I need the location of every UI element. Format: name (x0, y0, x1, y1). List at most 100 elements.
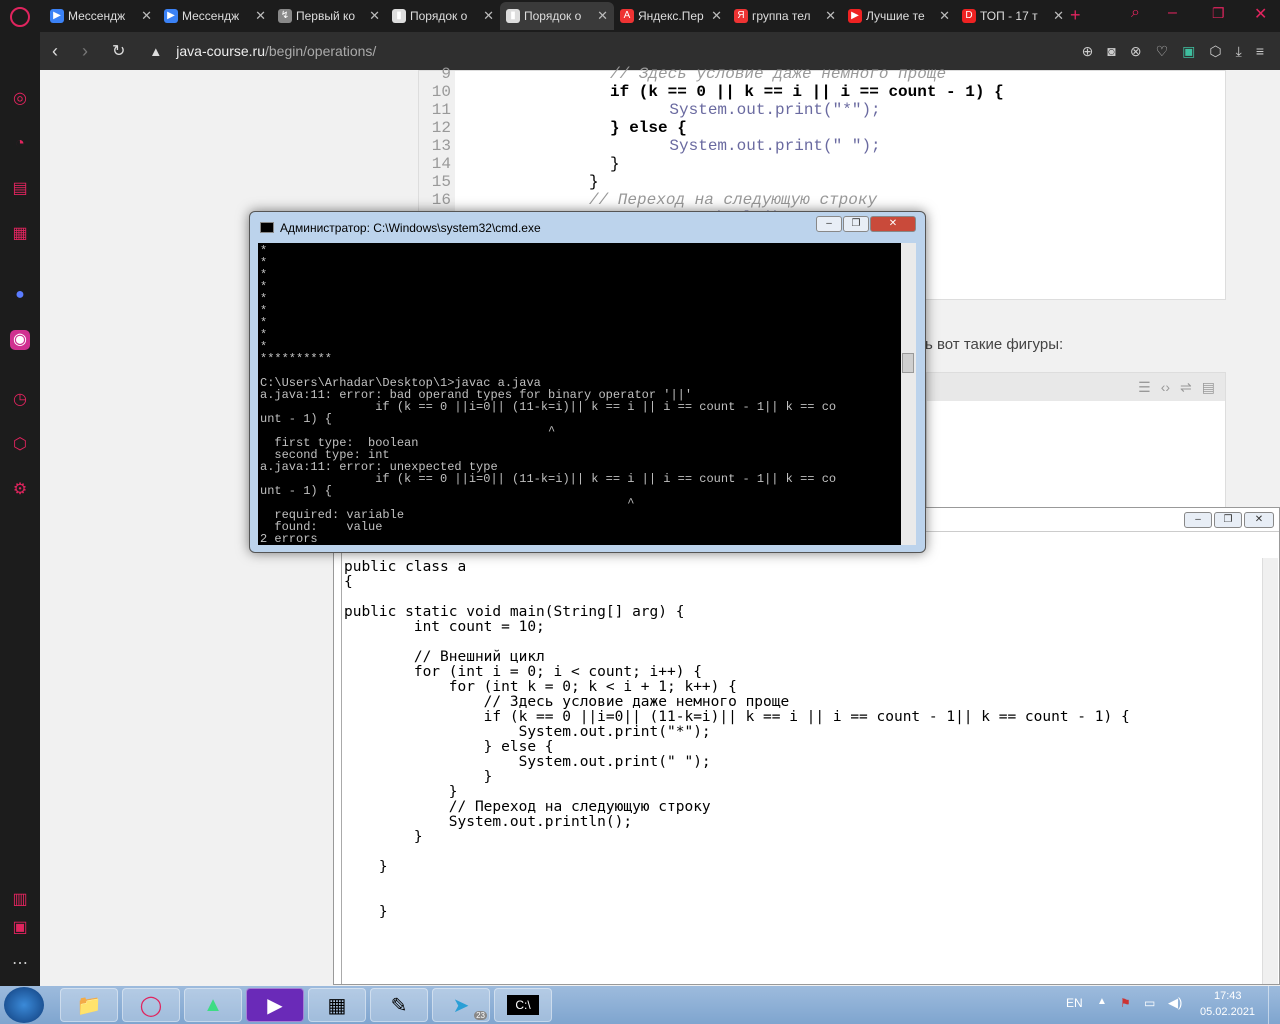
telegram-badge: 23 (474, 1011, 487, 1020)
speed-icon[interactable]: ◔ (10, 134, 30, 154)
browser-tab[interactable]: A Яндекс.Пер ✕ (614, 2, 728, 30)
tab-favicon-icon: ▶ (848, 9, 862, 23)
language-indicator[interactable]: EN (1066, 996, 1083, 1010)
tab-label: группа тел (752, 9, 811, 23)
show-desktop-button[interactable] (1268, 986, 1280, 1024)
minimize-icon[interactable]: – (1168, 4, 1177, 22)
cmd-titlebar: Администратор: C:\Windows\system32\cmd.e… (250, 212, 925, 242)
view-plain-icon[interactable]: ☰ (1138, 379, 1151, 395)
tab-close-icon[interactable]: ✕ (825, 8, 836, 24)
tab-favicon-icon: Я (734, 9, 748, 23)
editor-maximize-button[interactable]: ❐ (1214, 512, 1242, 528)
history-icon[interactable]: ◷ (10, 390, 30, 410)
forward-icon[interactable]: › (82, 41, 88, 62)
cmd-app-icon (260, 222, 274, 233)
chip-icon[interactable]: ▣ (10, 918, 30, 938)
tab-close-icon[interactable]: ✕ (939, 8, 950, 24)
tab-close-icon[interactable]: ✕ (711, 8, 722, 24)
cmd-minimize-button[interactable]: – (816, 216, 842, 232)
opera-sidebar: ◎ ◔ ▤ ▦ ● ◉ ◷ ⬡ ⚙ ▥ ▣ ⋯ (0, 32, 40, 986)
cube-icon[interactable]: ⬡ (1209, 43, 1221, 60)
tray-volume-icon[interactable]: ◀) (1168, 995, 1182, 1011)
gamepad-icon[interactable]: ◎ (10, 89, 30, 109)
camera-icon[interactable]: ◙ (1107, 43, 1115, 60)
editor-text[interactable]: public class a { public static void main… (344, 560, 1130, 920)
visual-studio-taskbar-icon[interactable]: ▶ (246, 988, 304, 1022)
search-tabs-icon[interactable]: ⌕ (1131, 4, 1140, 22)
twitch-icon[interactable]: ▦ (10, 224, 30, 244)
tab-label: Мессендж (68, 9, 126, 23)
text-editor-window: – ❐ ✕ public class a { public static voi… (333, 507, 1280, 985)
battery-icon[interactable]: ▥ (10, 890, 30, 910)
tab-favicon-icon: A (620, 9, 634, 23)
editor-close-button[interactable]: ✕ (1244, 512, 1274, 528)
extensions-icon[interactable]: ⬡ (10, 435, 30, 455)
telegram-taskbar-icon[interactable]: ➤ 23 (432, 988, 490, 1022)
tab-label: Порядок о (410, 9, 468, 23)
tab-close-icon[interactable]: ✕ (483, 8, 494, 24)
browser-tab[interactable]: ▶ Мессендж ✕ (44, 2, 158, 30)
cmd-maximize-button[interactable]: ❐ (843, 216, 869, 232)
tray-network-icon[interactable]: ▭ (1144, 996, 1155, 1010)
bag-icon[interactable]: ▤ (10, 179, 30, 199)
tab-favicon-icon: ▶ (50, 9, 64, 23)
download-icon[interactable]: ⤓ (1236, 43, 1242, 60)
url-host: java-course.ru (176, 43, 265, 59)
browser-tab[interactable]: ↯ Первый ко ✕ (272, 2, 386, 30)
clock-date[interactable]: 05.02.2021 (1200, 1006, 1255, 1018)
browser-tab[interactable]: ▮ Порядок о ✕ (500, 2, 614, 30)
tray-flag-icon[interactable]: ⚑ (1120, 996, 1131, 1010)
tab-favicon-icon: ↯ (278, 9, 292, 23)
tab-close-icon[interactable]: ✕ (597, 8, 608, 24)
tab-close-icon[interactable]: ✕ (1053, 8, 1064, 24)
tab-label: Яндекс.Пер (638, 9, 704, 23)
messenger-icon[interactable]: ● (10, 285, 30, 305)
menu-icon[interactable]: ≡ (1256, 43, 1264, 60)
url-field[interactable]: java-course.ru/begin/operations/ (176, 43, 376, 59)
more-icon[interactable]: ⋯ (10, 954, 30, 974)
code-line: } (589, 173, 599, 191)
tab-close-icon[interactable]: ✕ (369, 8, 380, 24)
browser-tab[interactable]: D ТОП - 17 т ✕ (956, 2, 1070, 30)
zoom-icon[interactable]: ⊕ (1082, 43, 1094, 60)
opera-menu-icon[interactable] (10, 7, 30, 27)
explorer-taskbar-icon[interactable]: 📁 (60, 988, 118, 1022)
cmd-scrollbar[interactable] (901, 243, 916, 545)
cmd-console[interactable]: * * * * * * * * * ********** C:\Users\Ar… (258, 243, 916, 545)
instagram-icon[interactable]: ◉ (10, 330, 30, 350)
adblock-icon[interactable]: ⊗ (1130, 43, 1142, 60)
cmd-taskbar-icon[interactable]: C:\ (494, 988, 552, 1022)
opera-taskbar-icon[interactable]: ◯ (122, 988, 180, 1022)
browser-tab[interactable]: ▶ Лучшие те ✕ (842, 2, 956, 30)
close-icon[interactable]: ✕ (1254, 4, 1267, 24)
start-button[interactable] (4, 987, 44, 1023)
back-icon[interactable]: ‹ (52, 41, 58, 62)
android-studio-taskbar-icon[interactable]: ▲ (184, 988, 242, 1022)
notepad-taskbar-icon[interactable]: ✎ (370, 988, 428, 1022)
wrap-icon[interactable]: ⇌ (1180, 379, 1192, 395)
maximize-icon[interactable]: ❐ (1212, 5, 1225, 22)
tab-label: Мессендж (182, 9, 240, 23)
cmd-close-button[interactable]: ✕ (870, 216, 916, 232)
new-tab-button[interactable]: + (1070, 5, 1081, 26)
browser-tab[interactable]: ▮ Порядок о ✕ (386, 2, 500, 30)
source-icon[interactable]: ‹› (1161, 379, 1170, 395)
code-line: // Здесь условие даже немного проще (610, 65, 947, 83)
tab-close-icon[interactable]: ✕ (141, 8, 152, 24)
browser-tab[interactable]: Ягруппа тел ✕ (728, 2, 842, 30)
code-line: System.out.print("*"); (631, 101, 881, 119)
url-path: /begin/operations/ (264, 43, 377, 59)
vpn-icon[interactable]: ▣ (1182, 43, 1195, 60)
settings-icon[interactable]: ⚙ (10, 480, 30, 500)
tab-close-icon[interactable]: ✕ (255, 8, 266, 24)
reload-icon[interactable]: ↻ (112, 41, 125, 61)
tray-arrow-icon[interactable]: ▲ (1097, 996, 1107, 1007)
code-line: if (k == 0 || k == i || i == count - 1) … (610, 83, 1004, 101)
browser-tab[interactable]: ▶ Мессендж ✕ (158, 2, 272, 30)
clock-time[interactable]: 17:43 (1214, 990, 1242, 1002)
editor-minimize-button[interactable]: – (1184, 512, 1212, 528)
calculator-taskbar-icon[interactable]: ▦ (308, 988, 366, 1022)
copy-icon[interactable]: ▤ (1202, 379, 1215, 395)
heart-icon[interactable]: ♡ (1156, 43, 1169, 60)
editor-scrollbar[interactable] (1262, 558, 1278, 984)
